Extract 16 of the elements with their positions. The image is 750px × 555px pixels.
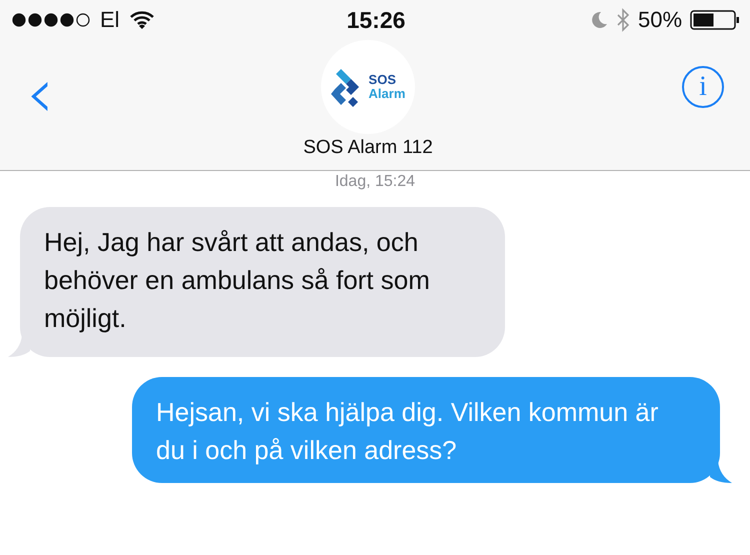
contact-name[interactable]: SOS Alarm 112 bbox=[303, 137, 433, 159]
logo-text: Alarm bbox=[368, 87, 406, 101]
battery-icon bbox=[690, 10, 740, 30]
back-button[interactable]: ‹ bbox=[26, 58, 54, 128]
bluetooth-icon bbox=[616, 8, 630, 32]
logo-text: SOS bbox=[368, 73, 398, 87]
signal-icon bbox=[12, 13, 90, 27]
carrier-label: El bbox=[100, 7, 120, 33]
bubble-tail bbox=[710, 461, 732, 483]
wifi-icon bbox=[130, 11, 154, 29]
bubble-tail bbox=[8, 335, 30, 357]
moon-icon bbox=[590, 11, 608, 29]
battery-percent: 50% bbox=[638, 7, 682, 33]
clock-time: 15:26 bbox=[346, 6, 406, 34]
info-button[interactable]: i bbox=[682, 66, 724, 108]
message-timestamp: Idag, 15:24 bbox=[334, 173, 416, 191]
